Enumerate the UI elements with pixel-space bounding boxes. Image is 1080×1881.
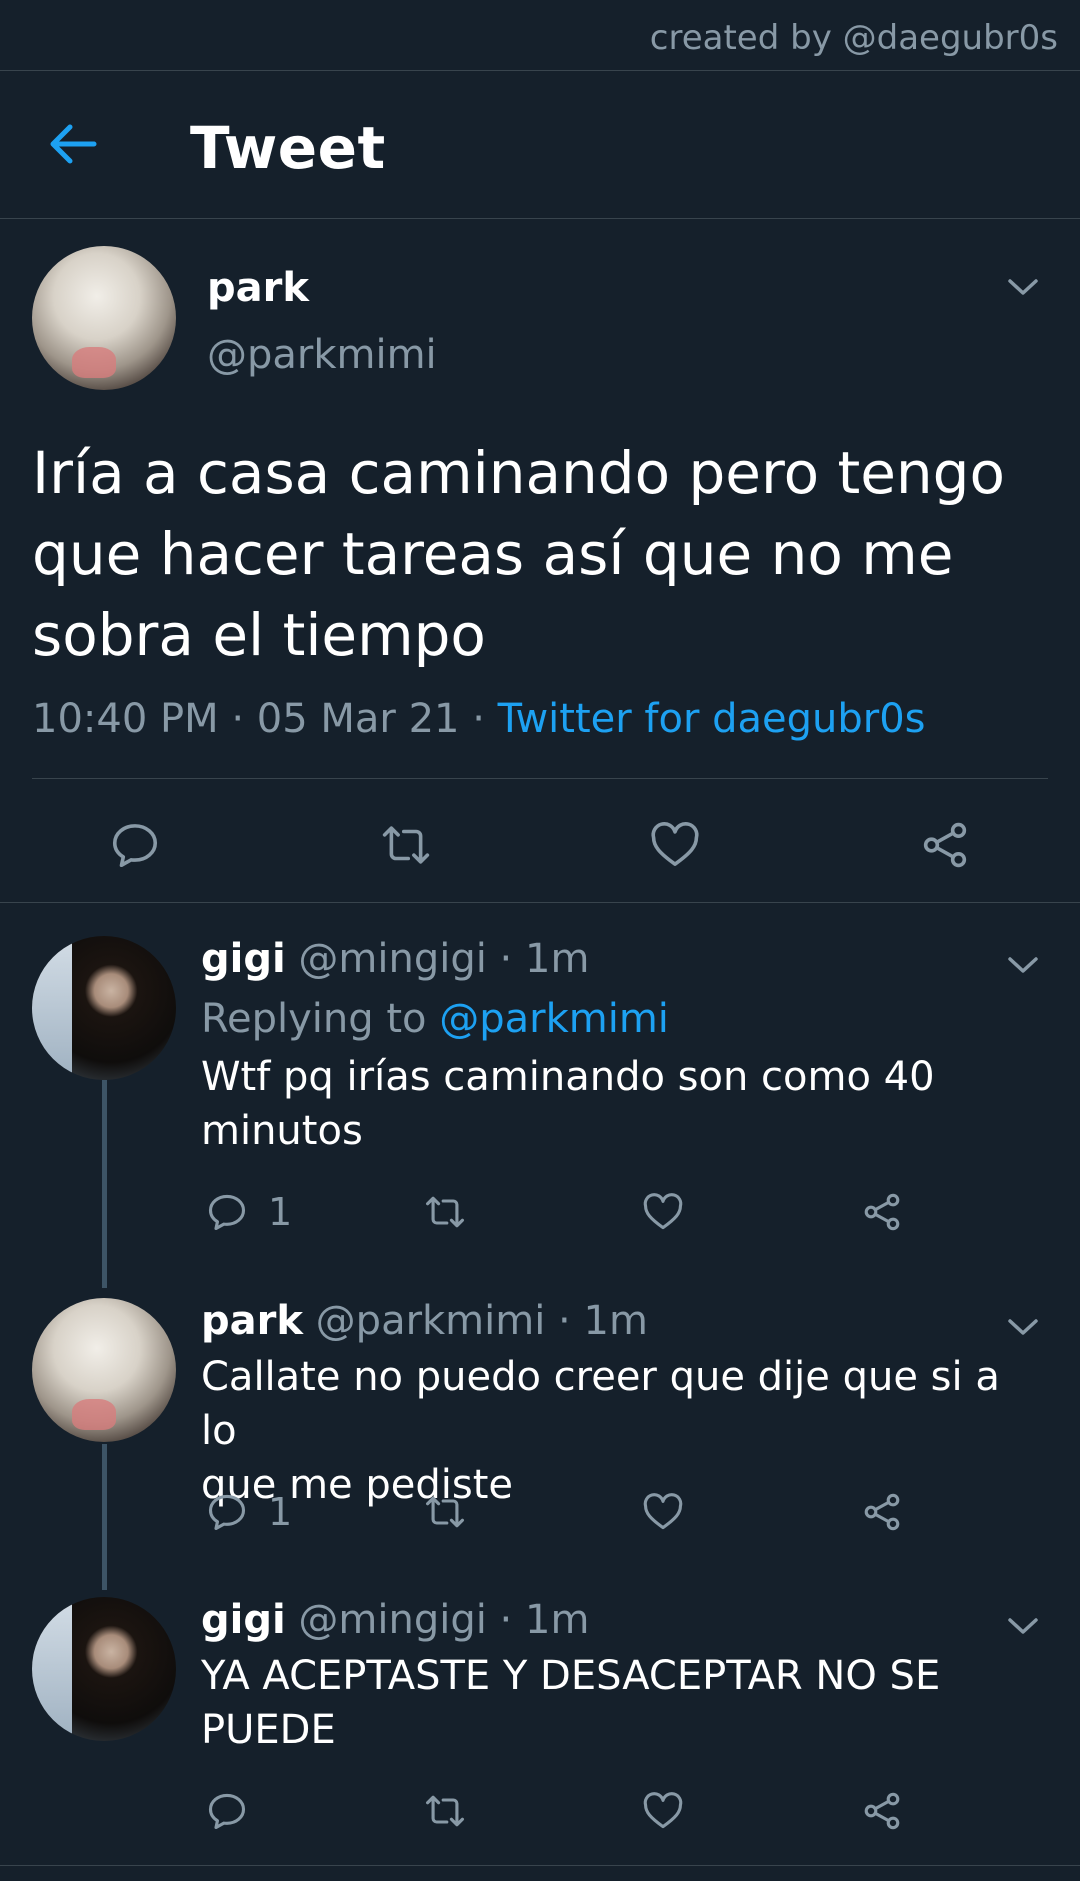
retweet-icon bbox=[382, 826, 430, 864]
reply-icon bbox=[208, 1194, 246, 1231]
meta-separator: · bbox=[486, 936, 525, 982]
retweet-button[interactable] bbox=[422, 1190, 468, 1234]
like-button[interactable] bbox=[641, 1490, 685, 1534]
page-title: Tweet bbox=[190, 114, 386, 182]
reply-actions: 1 bbox=[0, 1186, 1080, 1246]
share-button[interactable] bbox=[860, 1490, 904, 1534]
reply-button[interactable] bbox=[205, 1789, 249, 1833]
tweet-menu-button[interactable] bbox=[1006, 276, 1040, 298]
reply-icon bbox=[112, 824, 158, 868]
avatar[interactable] bbox=[32, 1597, 176, 1741]
tweet-menu-button[interactable] bbox=[1006, 1316, 1040, 1338]
reply-text: Wtf pq irías caminando son como 40 minut… bbox=[201, 1050, 1021, 1158]
credit-bar: created by @daegubr0s bbox=[0, 0, 1080, 71]
divider bbox=[0, 1865, 1080, 1866]
meta-separator: · bbox=[545, 1298, 584, 1344]
chevron-down-icon bbox=[1008, 1618, 1038, 1634]
reply-button[interactable] bbox=[205, 1490, 249, 1534]
reply-text-line: minutos bbox=[201, 1108, 363, 1154]
reply-icon bbox=[208, 1494, 246, 1531]
tweet-meta: 10:40 PM · 05 Mar 21 · Twitter for daegu… bbox=[32, 696, 926, 742]
share-icon bbox=[864, 1493, 900, 1531]
tweet-text-line: sobra el tiempo bbox=[32, 601, 486, 669]
reply-actions: 1 bbox=[0, 1486, 1080, 1546]
tweet-text-line: que hacer tareas así que no me bbox=[32, 520, 954, 588]
chevron-down-icon bbox=[1008, 957, 1038, 973]
divider bbox=[32, 778, 1048, 779]
retweet-icon bbox=[426, 1496, 464, 1528]
main-tweet: park @parkmimi Iría a casa caminando per… bbox=[0, 218, 1080, 903]
like-button[interactable] bbox=[641, 1789, 685, 1833]
avatar[interactable] bbox=[32, 1298, 176, 1442]
tweet-actions bbox=[0, 798, 1080, 898]
back-button[interactable] bbox=[48, 122, 98, 166]
share-icon bbox=[864, 1792, 900, 1830]
reply-text-line: PUEDE bbox=[201, 1707, 336, 1753]
reply-text-line: Callate no puedo creer que dije que si a… bbox=[201, 1354, 1000, 1454]
credit-text: created by @daegubr0s bbox=[649, 18, 1058, 58]
retweet-button[interactable] bbox=[378, 818, 434, 872]
like-button[interactable] bbox=[648, 818, 702, 872]
replying-to: Replying to @parkmimi bbox=[201, 996, 669, 1042]
reply-time: 1m bbox=[525, 936, 590, 982]
chevron-down-icon bbox=[1008, 279, 1038, 295]
meta-separator: · bbox=[459, 696, 498, 742]
reply-actions bbox=[0, 1785, 1080, 1845]
avatar[interactable] bbox=[32, 246, 176, 390]
author-handle[interactable]: @mingigi bbox=[298, 936, 486, 982]
reply-text: YA ACEPTASTE Y DESACEPTAR NO SE PUEDE bbox=[201, 1649, 1021, 1757]
author-name[interactable]: gigi bbox=[201, 1597, 286, 1643]
author-name[interactable]: gigi bbox=[201, 936, 286, 982]
reply-button[interactable] bbox=[108, 818, 162, 872]
share-button[interactable] bbox=[860, 1190, 904, 1234]
author-handle[interactable]: @parkmimi bbox=[316, 1298, 546, 1344]
tweet-source-link[interactable]: Twitter for daegubr0s bbox=[498, 696, 926, 742]
author-name[interactable]: park bbox=[207, 265, 309, 311]
retweet-icon bbox=[426, 1196, 464, 1228]
reply-time: 1m bbox=[583, 1298, 648, 1344]
reply-header: gigi @mingigi · 1m bbox=[201, 1597, 589, 1643]
share-button[interactable] bbox=[918, 818, 972, 872]
reply-count: 1 bbox=[268, 1490, 293, 1534]
reply-text-line: Wtf pq irías caminando son como 40 bbox=[201, 1054, 935, 1100]
retweet-button[interactable] bbox=[422, 1490, 468, 1534]
tweet-date: 05 Mar 21 bbox=[256, 696, 460, 742]
tweet-text-line: Iría a casa caminando pero tengo bbox=[32, 439, 1005, 507]
meta-separator: · bbox=[486, 1597, 525, 1643]
header: Tweet bbox=[0, 70, 1080, 219]
heart-icon bbox=[643, 1193, 683, 1230]
share-button[interactable] bbox=[860, 1789, 904, 1833]
reply-count: 1 bbox=[268, 1190, 293, 1234]
heart-icon bbox=[643, 1493, 683, 1530]
reply-header: park @parkmimi · 1m bbox=[201, 1298, 648, 1344]
like-button[interactable] bbox=[641, 1190, 685, 1234]
heart-icon bbox=[643, 1792, 683, 1829]
avatar[interactable] bbox=[32, 936, 176, 1080]
reply-text-line: YA ACEPTASTE Y DESACEPTAR NO SE bbox=[201, 1653, 941, 1699]
meta-separator: · bbox=[218, 696, 257, 742]
chevron-down-icon bbox=[1008, 1319, 1038, 1335]
retweet-button[interactable] bbox=[422, 1789, 468, 1833]
arrow-left-icon bbox=[50, 124, 97, 164]
author-handle[interactable]: @mingigi bbox=[298, 1597, 486, 1643]
reply-header: gigi @mingigi · 1m bbox=[201, 936, 589, 982]
retweet-icon bbox=[426, 1795, 464, 1827]
author-handle[interactable]: @parkmimi bbox=[207, 332, 437, 378]
share-icon bbox=[923, 822, 967, 868]
reply-tweet[interactable]: gigi @mingigi · 1m Replying to @parkmimi… bbox=[0, 936, 1080, 1256]
reply-time: 1m bbox=[525, 1597, 590, 1643]
reply-tweet[interactable]: park @parkmimi · 1m Callate no puedo cre… bbox=[0, 1298, 1080, 1574]
author-name[interactable]: park bbox=[201, 1298, 303, 1344]
reply-icon bbox=[208, 1793, 246, 1830]
tweet-menu-button[interactable] bbox=[1006, 1615, 1040, 1637]
replying-to-label: Replying to bbox=[201, 996, 440, 1042]
tweet-time: 10:40 PM bbox=[32, 696, 219, 742]
tweet-menu-button[interactable] bbox=[1006, 954, 1040, 976]
replying-to-link[interactable]: @parkmimi bbox=[439, 996, 669, 1042]
share-icon bbox=[864, 1193, 900, 1231]
reply-tweet[interactable]: gigi @mingigi · 1m YA ACEPTASTE Y DESACE… bbox=[0, 1597, 1080, 1865]
heart-icon bbox=[651, 822, 699, 866]
tweet-text: Iría a casa caminando pero tengo que hac… bbox=[32, 433, 1032, 676]
reply-button[interactable] bbox=[205, 1190, 249, 1234]
